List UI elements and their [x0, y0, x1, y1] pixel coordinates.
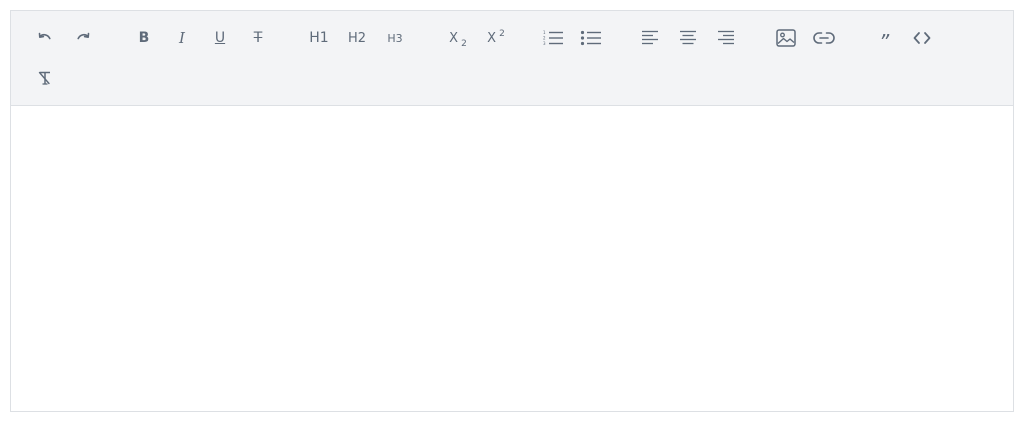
- insert-image-button[interactable]: [771, 24, 801, 52]
- superscript-mark: 2: [499, 28, 505, 39]
- clear-formatting-button[interactable]: [30, 64, 60, 92]
- ordered-list-button[interactable]: 1 2 3: [538, 24, 568, 52]
- code-icon: [913, 32, 931, 44]
- bullet-list-button[interactable]: [576, 24, 606, 52]
- image-icon: [776, 29, 796, 47]
- editor-content-area[interactable]: [11, 106, 1013, 411]
- italic-icon: I: [179, 28, 185, 47]
- clear-format-icon: [38, 71, 50, 85]
- heading-2-button[interactable]: H2: [342, 24, 372, 52]
- align-right-icon: [718, 30, 734, 45]
- redo-button[interactable]: [68, 24, 98, 52]
- align-right-button[interactable]: [711, 24, 741, 52]
- align-left-button[interactable]: [635, 24, 665, 52]
- subscript-button[interactable]: X2: [443, 24, 473, 52]
- strikethrough-icon: T: [253, 30, 263, 46]
- subscript-mark: 2: [461, 38, 467, 49]
- align-center-icon: [680, 30, 696, 45]
- blockquote-icon: ”: [878, 30, 890, 54]
- strikethrough-button[interactable]: T: [243, 24, 273, 52]
- underline-icon: U: [214, 30, 226, 46]
- code-button[interactable]: [907, 24, 937, 52]
- blockquote-button[interactable]: ”: [869, 24, 899, 52]
- italic-button[interactable]: I: [167, 24, 197, 52]
- superscript-button[interactable]: X2: [481, 24, 511, 52]
- rich-text-editor: B I U T H1 H2 H3 X2 X 2 1 2 3 ”: [10, 10, 1014, 412]
- svg-text:3: 3: [543, 41, 546, 46]
- bold-button[interactable]: B: [129, 24, 159, 52]
- subscript-base: X: [449, 30, 459, 46]
- heading-3-icon: H3: [387, 31, 403, 45]
- underline-button[interactable]: U: [205, 24, 235, 52]
- undo-icon: [38, 32, 51, 40]
- heading-1-button[interactable]: H1: [304, 24, 334, 52]
- svg-text:2: 2: [543, 36, 546, 41]
- ordered-list-icon: 1 2 3: [543, 30, 563, 46]
- heading-2-icon: H2: [347, 30, 367, 46]
- subscript-icon: X2: [449, 30, 467, 49]
- heading-1-icon: H1: [309, 30, 329, 46]
- redo-icon: [77, 32, 90, 40]
- insert-link-button[interactable]: [809, 24, 839, 52]
- align-center-button[interactable]: [673, 24, 703, 52]
- superscript-base: X: [487, 30, 497, 46]
- svg-text:1: 1: [543, 30, 546, 35]
- heading-3-button[interactable]: H3: [380, 24, 410, 52]
- align-left-icon: [642, 30, 658, 45]
- bold-icon: B: [138, 30, 150, 46]
- undo-button[interactable]: [30, 24, 60, 52]
- link-icon: [813, 32, 835, 44]
- editor-toolbar: B I U T H1 H2 H3 X2 X 2 1 2 3 ”: [11, 11, 1013, 106]
- superscript-icon: X2: [487, 28, 505, 46]
- bullet-list-icon: [580, 30, 601, 46]
